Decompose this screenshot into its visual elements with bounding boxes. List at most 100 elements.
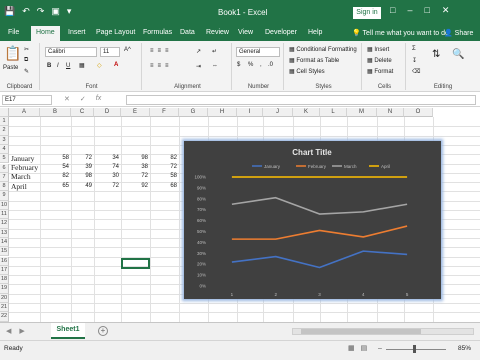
tab-view[interactable]: View: [238, 29, 253, 36]
increase-font-icon[interactable]: A^: [124, 47, 131, 53]
tab-page-layout[interactable]: Page Layout: [96, 29, 135, 36]
add-sheet-button[interactable]: +: [98, 326, 108, 336]
cell-value[interactable]: 74: [101, 164, 119, 170]
paste-label[interactable]: Paste: [3, 65, 18, 71]
column-header-f[interactable]: F: [150, 108, 179, 117]
row-header-7[interactable]: 7: [0, 172, 9, 183]
scrollbar-thumb[interactable]: [301, 329, 421, 334]
vertical-align-icons[interactable]: ≡≡≡: [150, 48, 173, 54]
sheet-tab-sheet1[interactable]: Sheet1: [51, 323, 85, 339]
tab-home[interactable]: Home: [31, 26, 60, 41]
row-header-14[interactable]: 14: [0, 237, 9, 248]
row-header-13[interactable]: 13: [0, 228, 9, 238]
column-header-c[interactable]: C: [71, 108, 94, 117]
redo-icon[interactable]: ↷: [37, 6, 45, 17]
cut-icon[interactable]: ✂: [24, 46, 29, 53]
formula-input[interactable]: [126, 95, 476, 105]
customize-toolbar-icon[interactable]: ▾: [67, 6, 72, 17]
column-header-m[interactable]: M: [347, 108, 377, 117]
cell-value[interactable]: 39: [74, 164, 92, 170]
row-header-9[interactable]: 9: [0, 191, 9, 201]
decimal-icon[interactable]: .0: [268, 62, 273, 68]
delete-cells-button[interactable]: ▦ Delete: [367, 57, 392, 64]
tab-data[interactable]: Data: [180, 29, 195, 36]
line-chart[interactable]: Chart Title January February March April 0% 10…: [184, 141, 441, 299]
maximize-icon[interactable]: □: [424, 5, 429, 16]
column-header-h[interactable]: H: [208, 108, 237, 117]
column-header-i[interactable]: I: [237, 108, 263, 117]
font-name-field[interactable]: Calibri: [45, 47, 97, 57]
row-header-2[interactable]: 2: [0, 126, 9, 136]
format-cells-button[interactable]: ▦ Format: [367, 68, 393, 75]
column-header-o[interactable]: O: [404, 108, 433, 117]
ribbon-display-options-icon[interactable]: □: [390, 5, 395, 16]
enter-formula-icon[interactable]: ✓: [80, 95, 86, 103]
row-header-8[interactable]: 8: [0, 182, 9, 192]
row-header-18[interactable]: 18: [0, 275, 9, 285]
cell-value[interactable]: 58: [159, 173, 177, 179]
column-header-g[interactable]: G: [179, 108, 208, 117]
fill-color-icon[interactable]: ◇: [97, 62, 102, 69]
tab-insert[interactable]: Insert: [68, 29, 86, 36]
find-select-icon[interactable]: 🔍: [452, 49, 464, 60]
sort-filter-icon[interactable]: ⇅: [432, 49, 440, 60]
zoom-out-icon[interactable]: –: [378, 345, 382, 352]
cell-value[interactable]: 92: [130, 183, 148, 189]
column-header-k[interactable]: K: [293, 108, 320, 117]
select-all-corner[interactable]: [0, 108, 9, 117]
cell-value[interactable]: 82: [159, 155, 177, 161]
row-header-1[interactable]: 1: [0, 117, 9, 127]
number-format-dropdown[interactable]: General: [236, 47, 280, 57]
row-header-10[interactable]: 10: [0, 200, 9, 210]
column-header-e[interactable]: E: [121, 108, 150, 117]
minimize-icon[interactable]: –: [407, 5, 412, 16]
tell-me-search[interactable]: 💡 Tell me what you want to do: [352, 29, 449, 37]
page-layout-view-icon[interactable]: ▤: [361, 344, 368, 352]
cell-value[interactable]: 54: [51, 164, 69, 170]
cell-value[interactable]: 65: [51, 183, 69, 189]
cell-value[interactable]: 30: [101, 173, 119, 179]
clear-icon[interactable]: ⌫: [412, 68, 420, 75]
column-header-n[interactable]: N: [377, 108, 404, 117]
row-header-5[interactable]: 5: [0, 154, 9, 164]
horizontal-scrollbar[interactable]: [292, 328, 474, 335]
cell-month-label[interactable]: January: [11, 154, 34, 163]
wrap-text-icon[interactable]: ↵: [212, 48, 217, 55]
zoom-slider[interactable]: [386, 349, 446, 350]
camera-icon[interactable]: ▣: [51, 6, 60, 17]
cell-month-label[interactable]: April: [11, 182, 27, 191]
horizontal-align-icons[interactable]: ≡≡≡: [150, 63, 173, 69]
zoom-percent[interactable]: 85%: [458, 345, 471, 352]
row-header-16[interactable]: 16: [0, 256, 9, 266]
font-size-field[interactable]: 11: [100, 47, 120, 57]
tab-help[interactable]: Help: [308, 29, 322, 36]
format-painter-icon[interactable]: ✎: [24, 68, 29, 75]
tab-developer[interactable]: Developer: [265, 29, 297, 36]
cancel-formula-icon[interactable]: ✕: [64, 95, 70, 103]
row-header-20[interactable]: 20: [0, 293, 9, 303]
cell-value[interactable]: 72: [101, 183, 119, 189]
autosum-icon[interactable]: Σ: [412, 46, 416, 52]
row-header-6[interactable]: 6: [0, 163, 9, 173]
fill-icon[interactable]: ↧: [412, 57, 417, 64]
comma-icon[interactable]: ,: [260, 62, 262, 68]
merge-center-icon[interactable]: ⇔: [212, 63, 218, 69]
row-header-15[interactable]: 15: [0, 247, 9, 257]
cell-value[interactable]: 72: [74, 155, 92, 161]
selected-cell-e17[interactable]: [121, 258, 150, 269]
underline-button[interactable]: U: [66, 63, 70, 69]
row-header-21[interactable]: 21: [0, 303, 9, 313]
share-button[interactable]: 👤 Share: [444, 29, 473, 37]
name-box[interactable]: E17: [2, 95, 52, 105]
zoom-slider-thumb[interactable]: [413, 345, 416, 353]
column-header-l[interactable]: L: [320, 108, 347, 117]
column-header-b[interactable]: B: [40, 108, 71, 117]
cell-value[interactable]: 98: [74, 173, 92, 179]
cell-value[interactable]: 38: [130, 164, 148, 170]
row-header-12[interactable]: 12: [0, 219, 9, 229]
paste-icon[interactable]: 📋: [4, 45, 21, 62]
sign-in-button[interactable]: Sign in: [353, 7, 381, 19]
cell-value[interactable]: 34: [101, 155, 119, 161]
italic-button[interactable]: I: [57, 63, 59, 69]
tab-review[interactable]: Review: [206, 29, 229, 36]
